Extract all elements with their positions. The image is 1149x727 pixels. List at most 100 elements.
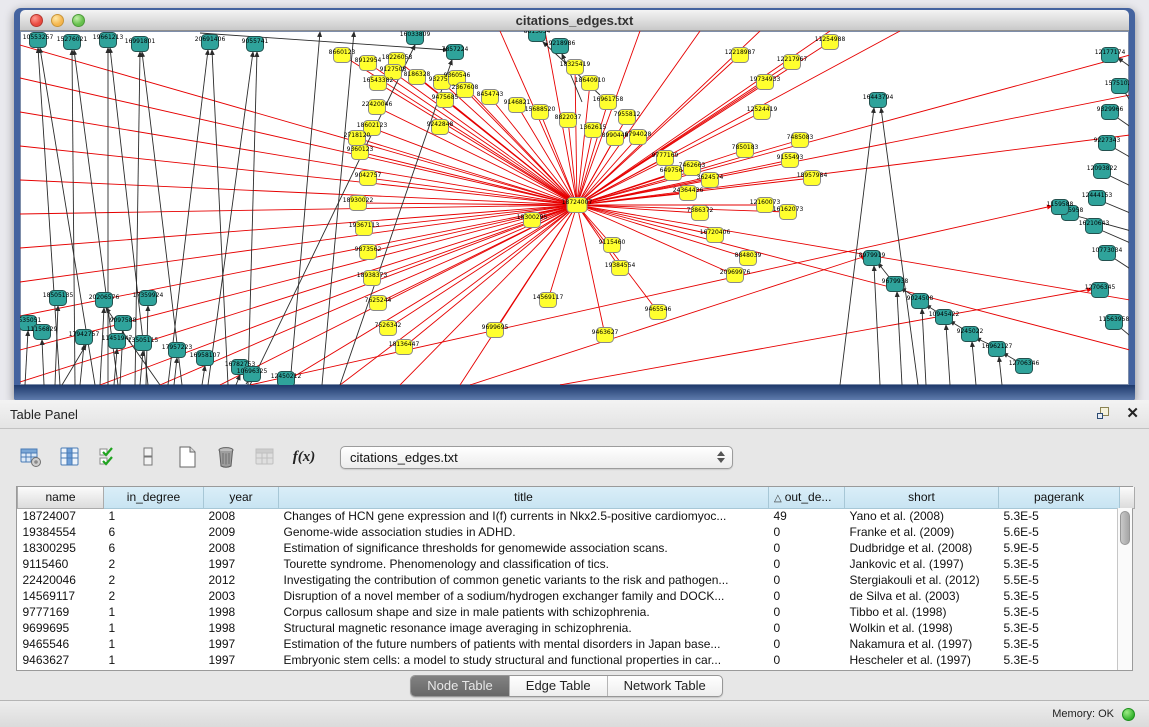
cell-name[interactable]: 9699695 [18, 620, 104, 636]
graph-node[interactable]: 9155493 [777, 153, 804, 168]
black-edge[interactable] [922, 309, 926, 385]
black-edge[interactable] [168, 50, 208, 385]
black-edge[interactable] [25, 331, 28, 385]
column-header-out_degree[interactable]: △out_de... [769, 487, 845, 508]
cell-year[interactable]: 1998 [204, 604, 279, 620]
graph-node[interactable]: 20206576 [89, 293, 120, 308]
cell-in_degree[interactable]: 1 [104, 620, 204, 636]
graph-node[interactable]: 10696325 [237, 367, 268, 382]
cell-in_degree[interactable]: 2 [104, 588, 204, 604]
table-row[interactable]: 1872400712008Changes of HCN gene express… [18, 508, 1135, 524]
cell-short[interactable]: Hescheler et al. (1997) [845, 652, 999, 668]
cell-name[interactable]: 18724007 [18, 508, 104, 524]
graph-node[interactable]: 9097588 [110, 316, 137, 331]
cell-in_degree[interactable]: 2 [104, 556, 204, 572]
cell-name[interactable]: 9777169 [18, 604, 104, 620]
red-edge[interactable] [20, 146, 577, 205]
cell-year[interactable]: 2008 [204, 508, 279, 524]
cell-title[interactable]: Embryonic stem cells: a model to study s… [279, 652, 769, 668]
graph-node[interactable]: 13505115 [128, 336, 159, 351]
cell-short[interactable]: de Silva et al. (2003) [845, 588, 999, 604]
graph-node[interactable]: 9699695 [482, 323, 509, 338]
table-row[interactable]: 946554611997Estimation of the future num… [18, 636, 1135, 652]
graph-node[interactable]: 16720406 [700, 228, 731, 243]
column-header-short[interactable]: short [845, 487, 999, 508]
graph-node[interactable]: 19218986 [545, 39, 576, 54]
black-edge[interactable] [100, 308, 104, 385]
cell-name[interactable]: 9463627 [18, 652, 104, 668]
graph-node[interactable]: 18938373 [357, 271, 388, 286]
cell-short[interactable]: Dudbridge et al. (2008) [845, 540, 999, 556]
cell-title[interactable]: Investigating the contribution of common… [279, 572, 769, 588]
cell-in_degree[interactable]: 2 [104, 572, 204, 588]
cell-out_degree[interactable]: 0 [769, 636, 845, 652]
cell-title[interactable]: Changes of HCN gene expression and I(f) … [279, 508, 769, 524]
column-header-title[interactable]: title [279, 487, 769, 508]
cell-title[interactable]: Structural magnetic resonance image aver… [279, 620, 769, 636]
graph-node[interactable]: 20969976 [720, 268, 751, 283]
red-edge[interactable] [577, 205, 605, 335]
graph-node[interactable]: 20691406 [195, 35, 226, 50]
graph-node[interactable]: 19661213 [93, 33, 124, 48]
graph-node[interactable]: 7625244 [365, 296, 392, 311]
graph-node[interactable]: 12706346 [1009, 359, 1040, 374]
cell-out_degree[interactable]: 0 [769, 524, 845, 540]
cell-in_degree[interactable]: 1 [104, 652, 204, 668]
column-header-year[interactable]: year [204, 487, 279, 508]
zoom-window-icon[interactable] [72, 14, 85, 27]
table-scrollbar[interactable] [1117, 508, 1132, 670]
float-panel-icon[interactable] [1096, 406, 1112, 422]
cell-pagerank[interactable]: 5.6E-5 [999, 524, 1120, 540]
black-edge[interactable] [248, 52, 257, 385]
graph-node[interactable]: 16962127 [982, 342, 1013, 357]
graph-node[interactable]: 17942757 [69, 330, 100, 345]
table-row[interactable]: 969969511998Structural magnetic resonanc… [18, 620, 1135, 636]
graph-node[interactable]: 9227343 [1094, 136, 1121, 151]
cell-pagerank[interactable]: 5.5E-5 [999, 572, 1120, 588]
graph-node[interactable]: 12706345 [1085, 283, 1116, 298]
graph-node[interactable]: 11563958 [1099, 315, 1129, 330]
rows-icon[interactable] [135, 444, 161, 470]
graph-node[interactable]: 24364436 [673, 186, 704, 201]
graph-node[interactable]: 7955812 [614, 110, 641, 125]
cell-year[interactable]: 1998 [204, 620, 279, 636]
graph-node[interactable]: 9465546 [645, 305, 672, 320]
cell-out_degree[interactable]: 0 [769, 556, 845, 572]
graph-node[interactable]: 2718120 [344, 131, 371, 146]
cell-name[interactable]: 14569117 [18, 588, 104, 604]
graph-node[interactable]: 16033809 [400, 31, 431, 45]
graph-node[interactable]: 15276021 [57, 35, 88, 50]
cell-out_degree[interactable]: 0 [769, 620, 845, 636]
graph-node[interactable]: 12217967 [777, 55, 808, 70]
graph-node[interactable]: 17359924 [133, 291, 164, 306]
graph-node[interactable]: 11156829 [27, 325, 58, 340]
cell-title[interactable]: Genome-wide association studies in ADHD. [279, 524, 769, 540]
cell-in_degree[interactable]: 1 [104, 604, 204, 620]
black-edge[interactable] [174, 358, 177, 385]
graph-node[interactable]: 10945422 [929, 310, 960, 325]
cell-pagerank[interactable]: 5.3E-5 [999, 636, 1120, 652]
graph-node[interactable]: 16991801 [125, 37, 156, 52]
graph-node[interactable]: 16958107 [190, 351, 221, 366]
red-edge[interactable] [20, 45, 577, 205]
red-edge[interactable] [577, 55, 1129, 205]
column-header-in_degree[interactable]: in_degree [104, 487, 204, 508]
cell-title[interactable]: Estimation of the future numbers of pati… [279, 636, 769, 652]
graph-node[interactable]: 19384554 [605, 261, 636, 276]
cell-in_degree[interactable]: 6 [104, 524, 204, 540]
graph-node[interactable]: 18325419 [560, 60, 591, 75]
memory-status-icon[interactable] [1122, 708, 1135, 721]
graph-node[interactable]: 3624574 [697, 173, 724, 188]
graph-node[interactable]: 17957223 [162, 343, 193, 358]
tab-node-table[interactable]: Node Table [411, 676, 509, 696]
black-edge[interactable] [290, 32, 320, 385]
cell-name[interactable]: 9115460 [18, 556, 104, 572]
table-row[interactable]: 977716911998Corpus callosum shape and si… [18, 604, 1135, 620]
row-select-icon[interactable] [96, 444, 122, 470]
cell-in_degree[interactable]: 1 [104, 508, 204, 524]
red-edge[interactable] [20, 180, 577, 205]
graph-node[interactable]: 7857224 [442, 45, 469, 60]
graph-node[interactable]: 9042757 [355, 171, 382, 186]
cell-out_degree[interactable]: 0 [769, 652, 845, 668]
graph-node[interactable]: 9475685 [432, 93, 459, 108]
